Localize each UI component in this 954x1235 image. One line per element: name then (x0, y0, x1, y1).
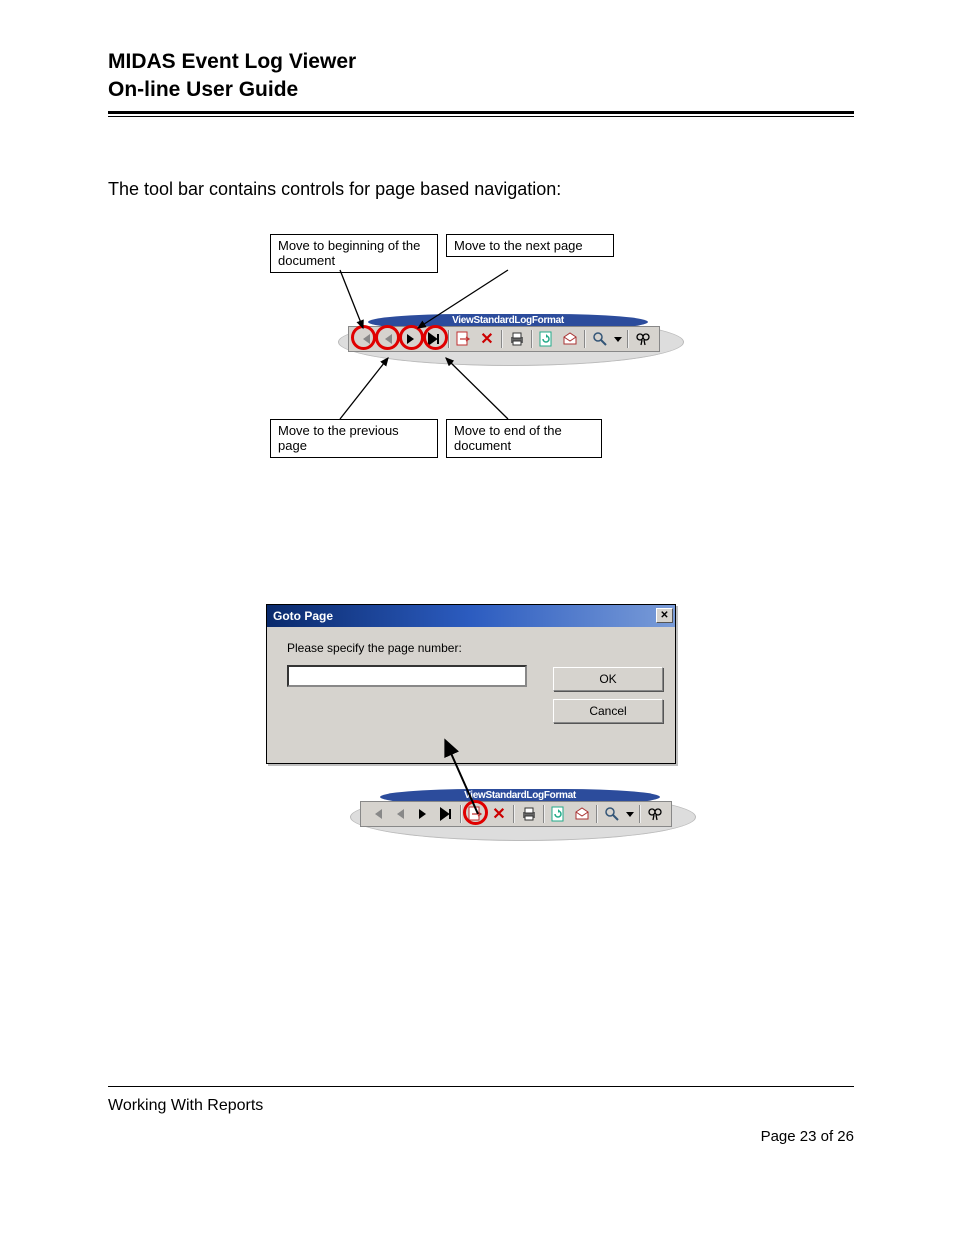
toolbar-diagram-nav: Move to beginning of the document Move t… (108, 234, 854, 554)
print-button[interactable] (519, 804, 539, 824)
zoom-dropdown[interactable] (613, 329, 623, 349)
prev-page-button[interactable] (390, 804, 410, 824)
footer-section: Working With Reports (108, 1097, 263, 1115)
zoom-button[interactable] (590, 329, 610, 349)
last-page-button[interactable] (436, 804, 456, 824)
first-page-button[interactable] (355, 329, 375, 349)
refresh-button[interactable] (537, 329, 557, 349)
goto-page-button[interactable] (466, 804, 486, 824)
dialog-title: Goto Page (273, 609, 333, 623)
report-toolbar-2: ✕ (360, 801, 672, 827)
stop-button[interactable]: ✕ (489, 804, 509, 824)
dialog-prompt: Please specify the page number: (287, 641, 663, 655)
zoom-button[interactable] (602, 804, 622, 824)
doc-title-line2: On-line User Guide (108, 76, 854, 104)
print-button[interactable] (507, 329, 527, 349)
prev-page-button[interactable] (378, 329, 398, 349)
footer-page: Page 23 of 26 (761, 1128, 854, 1145)
stop-button[interactable]: ✕ (477, 329, 497, 349)
refresh-button[interactable] (549, 804, 569, 824)
goto-page-button[interactable] (454, 329, 474, 349)
report-toolbar: ✕ (348, 326, 660, 352)
export-button[interactable] (572, 804, 592, 824)
callout-prev-page: Move to the previous page (270, 419, 438, 458)
goto-dialog-diagram: Goto Page ✕ Please specify the page numb… (108, 604, 854, 974)
header-rule (108, 111, 854, 117)
goto-page-dialog: Goto Page ✕ Please specify the page numb… (266, 604, 676, 764)
cancel-button[interactable]: Cancel (553, 699, 663, 723)
next-page-button[interactable] (401, 329, 421, 349)
find-button[interactable] (645, 804, 665, 824)
last-page-button[interactable] (424, 329, 444, 349)
callout-last-page: Move to end of the document (446, 419, 602, 458)
callout-next-page: Move to the next page (446, 234, 614, 258)
dialog-close-button[interactable]: ✕ (656, 608, 673, 623)
ok-button[interactable]: OK (553, 667, 663, 691)
callout-first-page: Move to beginning of the document (270, 234, 438, 273)
intro-text: The tool bar contains controls for page … (108, 179, 854, 200)
zoom-dropdown[interactable] (625, 804, 635, 824)
doc-title-line1: MIDAS Event Log Viewer (108, 48, 854, 76)
export-button[interactable] (560, 329, 580, 349)
first-page-button[interactable] (367, 804, 387, 824)
find-button[interactable] (633, 329, 653, 349)
next-page-button[interactable] (413, 804, 433, 824)
page-number-input[interactable] (287, 665, 527, 687)
footer-rule (108, 1086, 854, 1087)
